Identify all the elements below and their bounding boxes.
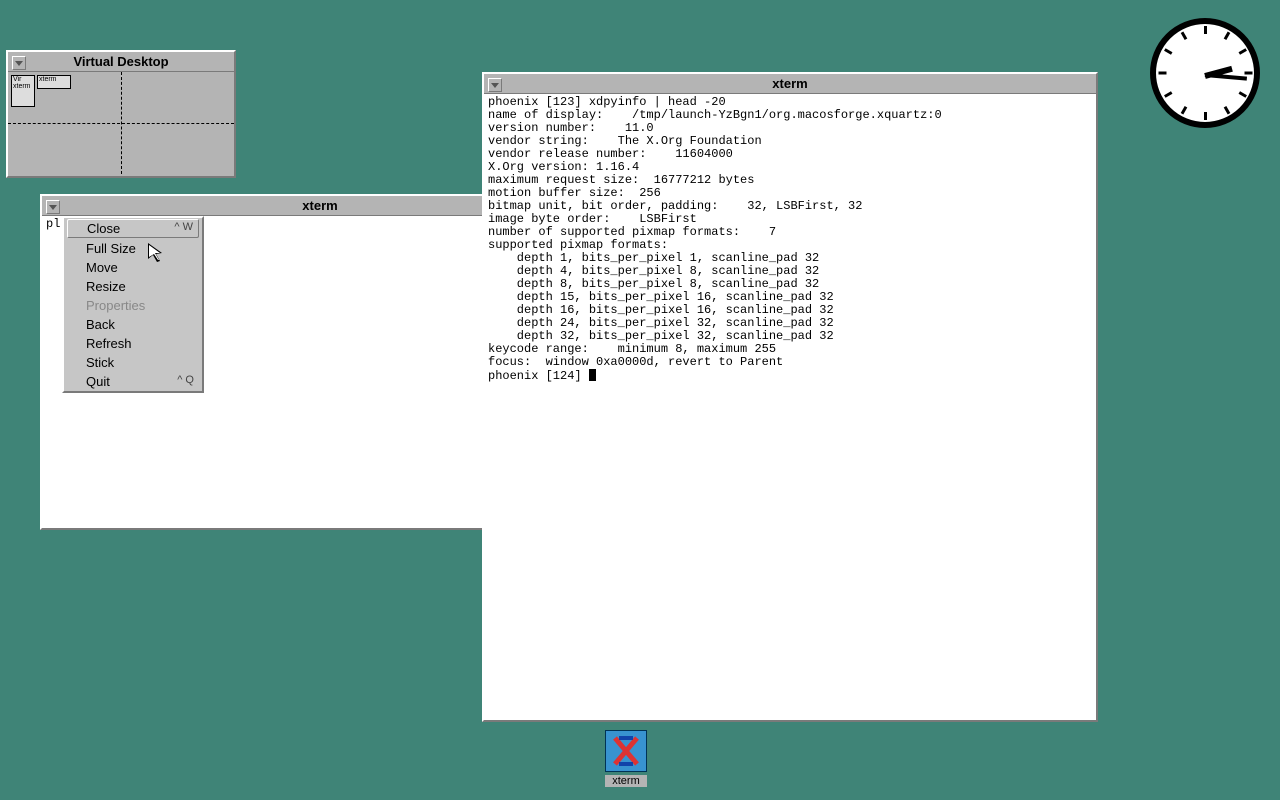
clock-tick — [1180, 106, 1187, 114]
menu-item-quit[interactable]: Quit ^ Q — [64, 372, 202, 391]
clock-tick — [1244, 72, 1252, 75]
pager-title-text: Virtual Desktop — [73, 54, 168, 69]
clock-tick — [1204, 26, 1207, 34]
menu-item-full-size[interactable]: Full Size — [64, 239, 202, 258]
window-menu-icon[interactable] — [488, 78, 502, 92]
menu-item-label: Move — [86, 260, 118, 275]
xterm-right-title-text: xterm — [772, 76, 807, 91]
menu-item-properties: Properties — [64, 296, 202, 315]
mouse-cursor-icon — [148, 243, 168, 263]
menu-item-label: Stick — [86, 355, 114, 370]
clock-tick — [1164, 91, 1172, 98]
clock-minute-hand — [1205, 73, 1247, 81]
pager-mini-window[interactable]: xterm — [37, 75, 71, 89]
clock-tick — [1164, 48, 1172, 55]
pager-divider-horizontal — [8, 123, 234, 124]
clock-tick — [1238, 91, 1246, 98]
menu-item-resize[interactable]: Resize — [64, 277, 202, 296]
menu-item-shortcut: ^ Q — [177, 374, 194, 386]
xterm-right-body[interactable]: phoenix [123] xdpyinfo | head -20 name o… — [484, 94, 1096, 720]
iconified-xterm[interactable]: xterm — [605, 730, 647, 787]
clock-tick — [1204, 112, 1207, 120]
menu-item-label: Full Size — [86, 241, 136, 256]
pager-cell-active[interactable]: Vir xterm xterm — [9, 73, 120, 123]
menu-item-label: Quit — [86, 374, 110, 389]
menu-item-label: Resize — [86, 279, 126, 294]
clock-tick — [1223, 106, 1230, 114]
clock-tick — [1180, 32, 1187, 40]
window-menu-icon[interactable] — [46, 200, 60, 214]
menu-item-stick[interactable]: Stick — [64, 353, 202, 372]
xterm-app-icon[interactable] — [605, 730, 647, 772]
menu-item-label: Back — [86, 317, 115, 332]
virtual-desktop-pager[interactable]: Virtual Desktop Vir xterm xterm — [6, 50, 236, 178]
xterm-left-visible-text: pl — [46, 217, 60, 231]
xterm-window-right[interactable]: xterm phoenix [123] xdpyinfo | head -20 … — [482, 72, 1098, 722]
menu-item-refresh[interactable]: Refresh — [64, 334, 202, 353]
pager-grid[interactable]: Vir xterm xterm — [8, 72, 234, 174]
clock-tick — [1238, 48, 1246, 55]
pager-mini-window[interactable]: Vir xterm — [11, 75, 35, 107]
xterm-left-title-text: xterm — [302, 198, 337, 213]
menu-item-label: Close — [87, 221, 120, 236]
analog-clock — [1150, 18, 1260, 128]
menu-item-close[interactable]: Close ^ W — [67, 219, 199, 238]
clock-tick — [1158, 72, 1166, 75]
terminal-cursor — [589, 369, 596, 381]
menu-item-move[interactable]: Move — [64, 258, 202, 277]
menu-item-shortcut: ^ W — [174, 221, 193, 233]
pager-title: Virtual Desktop — [8, 52, 234, 72]
window-menu-icon[interactable] — [12, 56, 26, 70]
menu-item-label: Refresh — [86, 336, 132, 351]
window-context-menu[interactable]: Close ^ W Full Size Move Resize Properties Bac… — [62, 216, 204, 393]
icon-label: xterm — [605, 775, 647, 787]
clock-tick — [1223, 32, 1230, 40]
menu-item-label: Properties — [86, 298, 145, 313]
xterm-right-titlebar[interactable]: xterm — [484, 74, 1096, 94]
terminal-prompt: phoenix [124] — [488, 369, 589, 383]
menu-item-back[interactable]: Back — [64, 315, 202, 334]
